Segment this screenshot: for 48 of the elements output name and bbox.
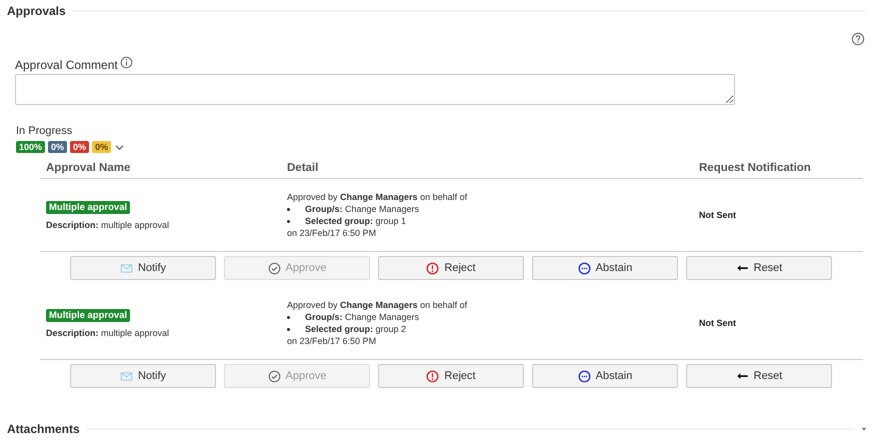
approval-tag: Multiple approval xyxy=(46,200,130,214)
check-circle-icon xyxy=(268,262,280,274)
notification-status: Not Sent xyxy=(699,318,736,328)
bullet-icon xyxy=(287,220,290,222)
column-header: Detail xyxy=(287,162,320,174)
date-text: on 23/Feb/17 6:50 PM xyxy=(287,227,378,239)
description-text: Description: multiple approval xyxy=(46,220,170,230)
progress-badge: 0% xyxy=(92,141,112,153)
check-circle-icon xyxy=(268,370,280,382)
detail-text: Approved by Change Managers on behalf of xyxy=(287,191,468,203)
column-header: Request Notification xyxy=(699,162,812,174)
bullet-icon xyxy=(287,316,290,318)
comment-field[interactable] xyxy=(15,74,735,105)
ellipsis-circle-icon xyxy=(578,370,591,382)
date-text: on 23/Feb/17 6:50 PM xyxy=(287,335,378,347)
action-button[interactable]: Abstain xyxy=(532,256,678,280)
detail-text: Group/s: Change Managers xyxy=(305,203,420,215)
progress-badge: 0% xyxy=(70,141,90,153)
detail-text: Selected group: group 1 xyxy=(305,215,406,227)
progress-badge: 0% xyxy=(48,141,68,153)
status-label: In Progress xyxy=(15,124,74,137)
notification-status: Not Sent xyxy=(699,210,736,220)
action-button[interactable]: Reset xyxy=(686,364,832,388)
detail-text: Selected group: group 2 xyxy=(305,323,406,335)
ellipsis-circle-icon xyxy=(578,262,591,274)
exclamation-circle-icon xyxy=(426,262,440,274)
bullet-icon xyxy=(287,208,290,210)
section-title: Attachments xyxy=(7,422,80,436)
info-icon xyxy=(120,56,133,68)
action-button[interactable]: Reject xyxy=(378,364,524,388)
field-label: Approval Comment xyxy=(15,58,118,72)
exclamation-circle-icon xyxy=(426,370,440,382)
action-button[interactable]: Notify xyxy=(70,364,216,388)
action-button[interactable]: Notify xyxy=(70,256,216,280)
detail-text: Group/s: Change Managers xyxy=(305,311,420,323)
bullet-icon xyxy=(287,328,290,330)
action-button[interactable]: Reject xyxy=(378,256,524,280)
section-title: Approvals xyxy=(7,4,66,18)
action-button[interactable]: Abstain xyxy=(532,364,678,388)
help-icon xyxy=(851,32,865,46)
description-text: Description: multiple approval xyxy=(46,328,170,338)
column-header: Approval Name xyxy=(45,162,132,174)
progress-badge: 100% xyxy=(16,141,46,153)
action-button[interactable]: Reset xyxy=(686,256,832,280)
envelope-icon xyxy=(120,262,133,274)
detail-text: Approved by Change Managers on behalf of xyxy=(287,299,468,311)
envelope-icon xyxy=(120,370,133,382)
approval-tag: Multiple approval xyxy=(46,308,130,322)
